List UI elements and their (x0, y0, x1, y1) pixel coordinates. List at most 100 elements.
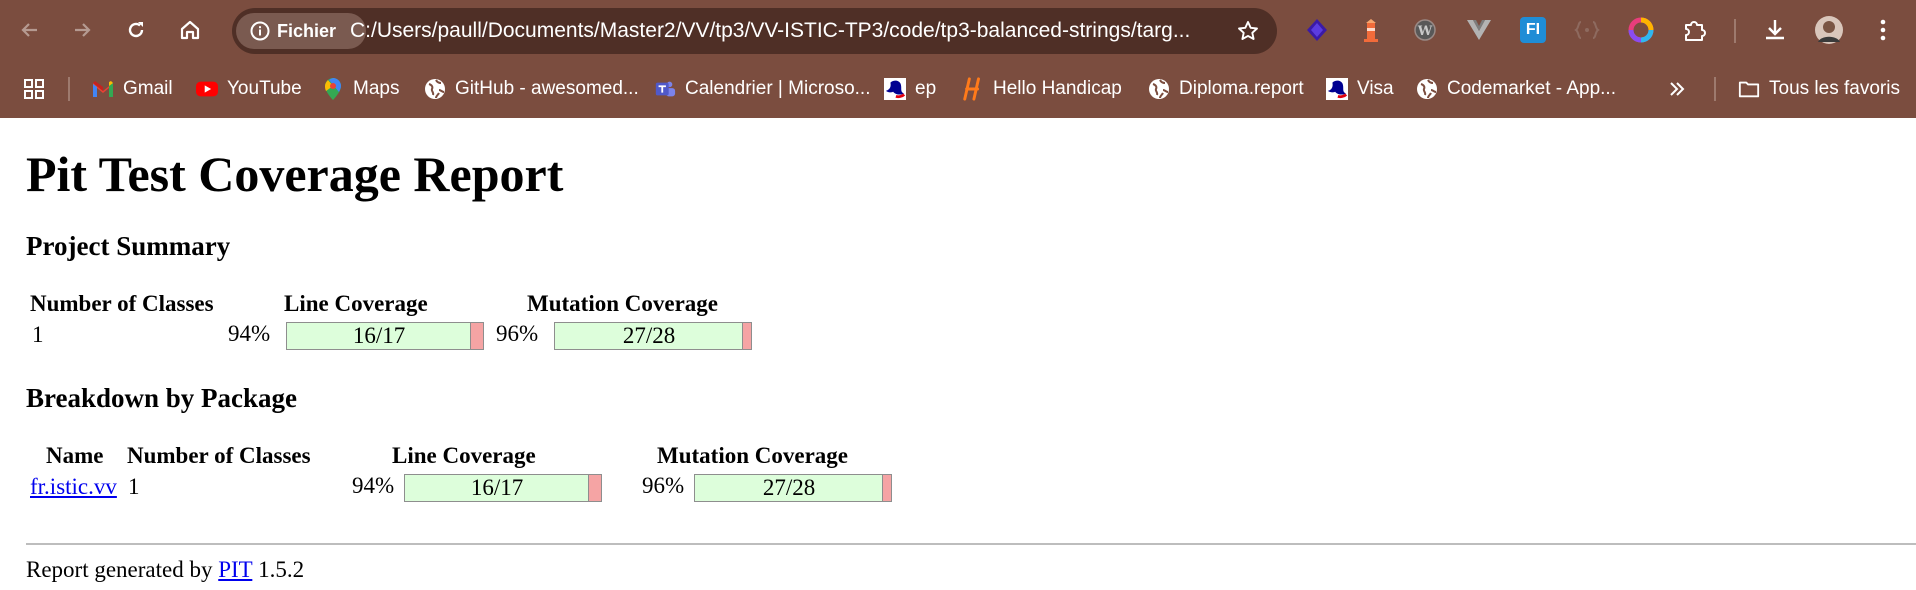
info-icon (250, 21, 270, 41)
browser-chrome: Fichier C:/Users/paull/Documents/Master2… (0, 0, 1916, 118)
coverage-legend: 16/17 (352, 323, 406, 348)
url-text[interactable]: C:/Users/paull/Documents/Master2/VV/tp3/… (350, 8, 1190, 54)
browser-menu-button[interactable] (1868, 15, 1898, 45)
kebab-menu-icon (1880, 19, 1886, 41)
bookmarks-bar: Gmail YouTube Maps GitHub - awesomed... … (0, 62, 1916, 116)
all-bookmarks-label: Tous les favoris (1769, 78, 1900, 99)
line-coverage-percent: 94% (228, 321, 271, 346)
wordpress-icon: W (1414, 19, 1436, 41)
col-header-name: Name (46, 443, 104, 468)
bookmark-label: Calendrier | Microso... (685, 78, 871, 99)
json-braces-icon (1574, 21, 1600, 39)
extension-vue[interactable] (1464, 15, 1494, 45)
classes-count: 1 (32, 322, 44, 347)
line-coverage-bar: 16/17 (404, 474, 602, 502)
address-bar[interactable]: Fichier C:/Users/paull/Documents/Master2… (232, 8, 1277, 54)
bookmark-label: Diploma.report (1179, 78, 1304, 99)
bookmarks-divider (1714, 77, 1716, 101)
col-header-line-coverage: Line Coverage (392, 443, 536, 468)
line-coverage-bar: 16/17 (286, 322, 484, 350)
maps-icon (322, 78, 344, 100)
bookmark-star-button[interactable] (1233, 16, 1263, 46)
apps-grid-icon (24, 79, 44, 99)
fi-badge-icon: FI (1520, 17, 1546, 43)
bookmark-diploma[interactable]: Diploma.report (1148, 74, 1304, 104)
bookmark-github[interactable]: GitHub - awesomed... (424, 74, 639, 104)
chip-label: Fichier (277, 20, 337, 41)
globe-icon (1416, 78, 1438, 100)
gmail-icon (92, 78, 114, 100)
globe-icon (1148, 78, 1170, 100)
bookmark-label: Visa (1357, 78, 1394, 99)
fi-badge-label: FI (1525, 21, 1541, 38)
footer-prefix: Report generated by (26, 557, 213, 582)
bookmark-label: Maps (353, 78, 400, 99)
coverage-legend: 27/28 (622, 323, 676, 348)
reload-button[interactable] (118, 12, 154, 48)
home-button[interactable] (172, 12, 208, 48)
col-header-classes: Number of Classes (30, 291, 214, 316)
reload-icon (128, 22, 144, 38)
layers-icon (1307, 19, 1327, 41)
footer: Report generated by PIT 1.5.2 (26, 556, 304, 584)
marianne-icon (1326, 78, 1348, 100)
avatar-icon (1815, 16, 1843, 44)
extensions-button[interactable] (1680, 15, 1710, 45)
coverage-legend: 27/28 (762, 475, 816, 500)
project-summary-heading: Project Summary (26, 231, 231, 261)
bookmarks-divider (68, 77, 70, 101)
extension-colorzilla[interactable] (1626, 15, 1656, 45)
folder-icon (1738, 78, 1760, 100)
mutation-coverage-percent: 96% (642, 473, 685, 498)
more-bookmarks-button[interactable] (1668, 74, 1686, 104)
col-header-classes: Number of Classes (127, 443, 311, 468)
profile-avatar[interactable] (1814, 15, 1844, 45)
footer-version: 1.5.2 (258, 557, 305, 582)
back-button[interactable] (12, 12, 48, 48)
svg-text:W: W (1417, 24, 1433, 39)
package-link[interactable]: fr.istic.vv (30, 473, 117, 501)
double-chevron-icon (1670, 82, 1685, 96)
bookmark-label: Codemarket - App... (1447, 78, 1616, 99)
all-bookmarks-folder[interactable]: Tous les favoris (1738, 74, 1900, 104)
bookmark-ep[interactable]: ep (884, 74, 936, 104)
extension-json[interactable] (1572, 15, 1602, 45)
bookmark-calendrier[interactable]: Calendrier | Microso... (654, 74, 871, 104)
site-info-chip[interactable]: Fichier (236, 13, 366, 49)
vue-icon (1467, 20, 1491, 40)
bookmark-label: YouTube (227, 78, 302, 99)
bookmark-hello-handicap[interactable]: Hello Handicap (962, 74, 1122, 104)
extension-wordpress[interactable]: W (1410, 15, 1440, 45)
handicap-h-icon (962, 77, 984, 101)
report-page: Pit Test Coverage Report Project Summary… (0, 118, 1916, 590)
bookmark-youtube[interactable]: YouTube (196, 74, 302, 104)
forward-arrow-icon (75, 23, 91, 37)
bookmark-codemarket[interactable]: Codemarket - App... (1416, 74, 1616, 104)
toolbar-divider (1734, 19, 1736, 43)
forward-button[interactable] (64, 12, 100, 48)
download-icon (1766, 20, 1784, 40)
mutation-coverage-percent: 96% (496, 321, 539, 346)
bookmark-label: Hello Handicap (993, 78, 1122, 99)
pit-link[interactable]: PIT (218, 557, 252, 582)
back-arrow-icon (21, 23, 37, 37)
star-icon (1238, 21, 1258, 40)
lighthouse-icon (1364, 19, 1378, 42)
extension-layers[interactable] (1302, 15, 1332, 45)
extension-lighthouse[interactable] (1356, 15, 1386, 45)
bookmark-label: Gmail (123, 78, 173, 99)
globe-icon (424, 78, 446, 100)
toolbar: Fichier C:/Users/paull/Documents/Master2… (0, 0, 1916, 62)
downloads-button[interactable] (1760, 15, 1790, 45)
footer-divider (26, 543, 1916, 545)
bookmark-visa[interactable]: Visa (1326, 74, 1394, 104)
youtube-icon (196, 78, 218, 100)
mutation-coverage-bar: 27/28 (694, 474, 892, 502)
classes-count: 1 (128, 474, 140, 499)
bookmark-gmail[interactable]: Gmail (92, 74, 173, 104)
coverage-legend: 16/17 (470, 475, 524, 500)
col-header-line-coverage: Line Coverage (284, 291, 428, 316)
bookmark-maps[interactable]: Maps (322, 74, 399, 104)
extension-fi[interactable]: FI (1518, 15, 1548, 45)
apps-button[interactable] (22, 74, 46, 104)
